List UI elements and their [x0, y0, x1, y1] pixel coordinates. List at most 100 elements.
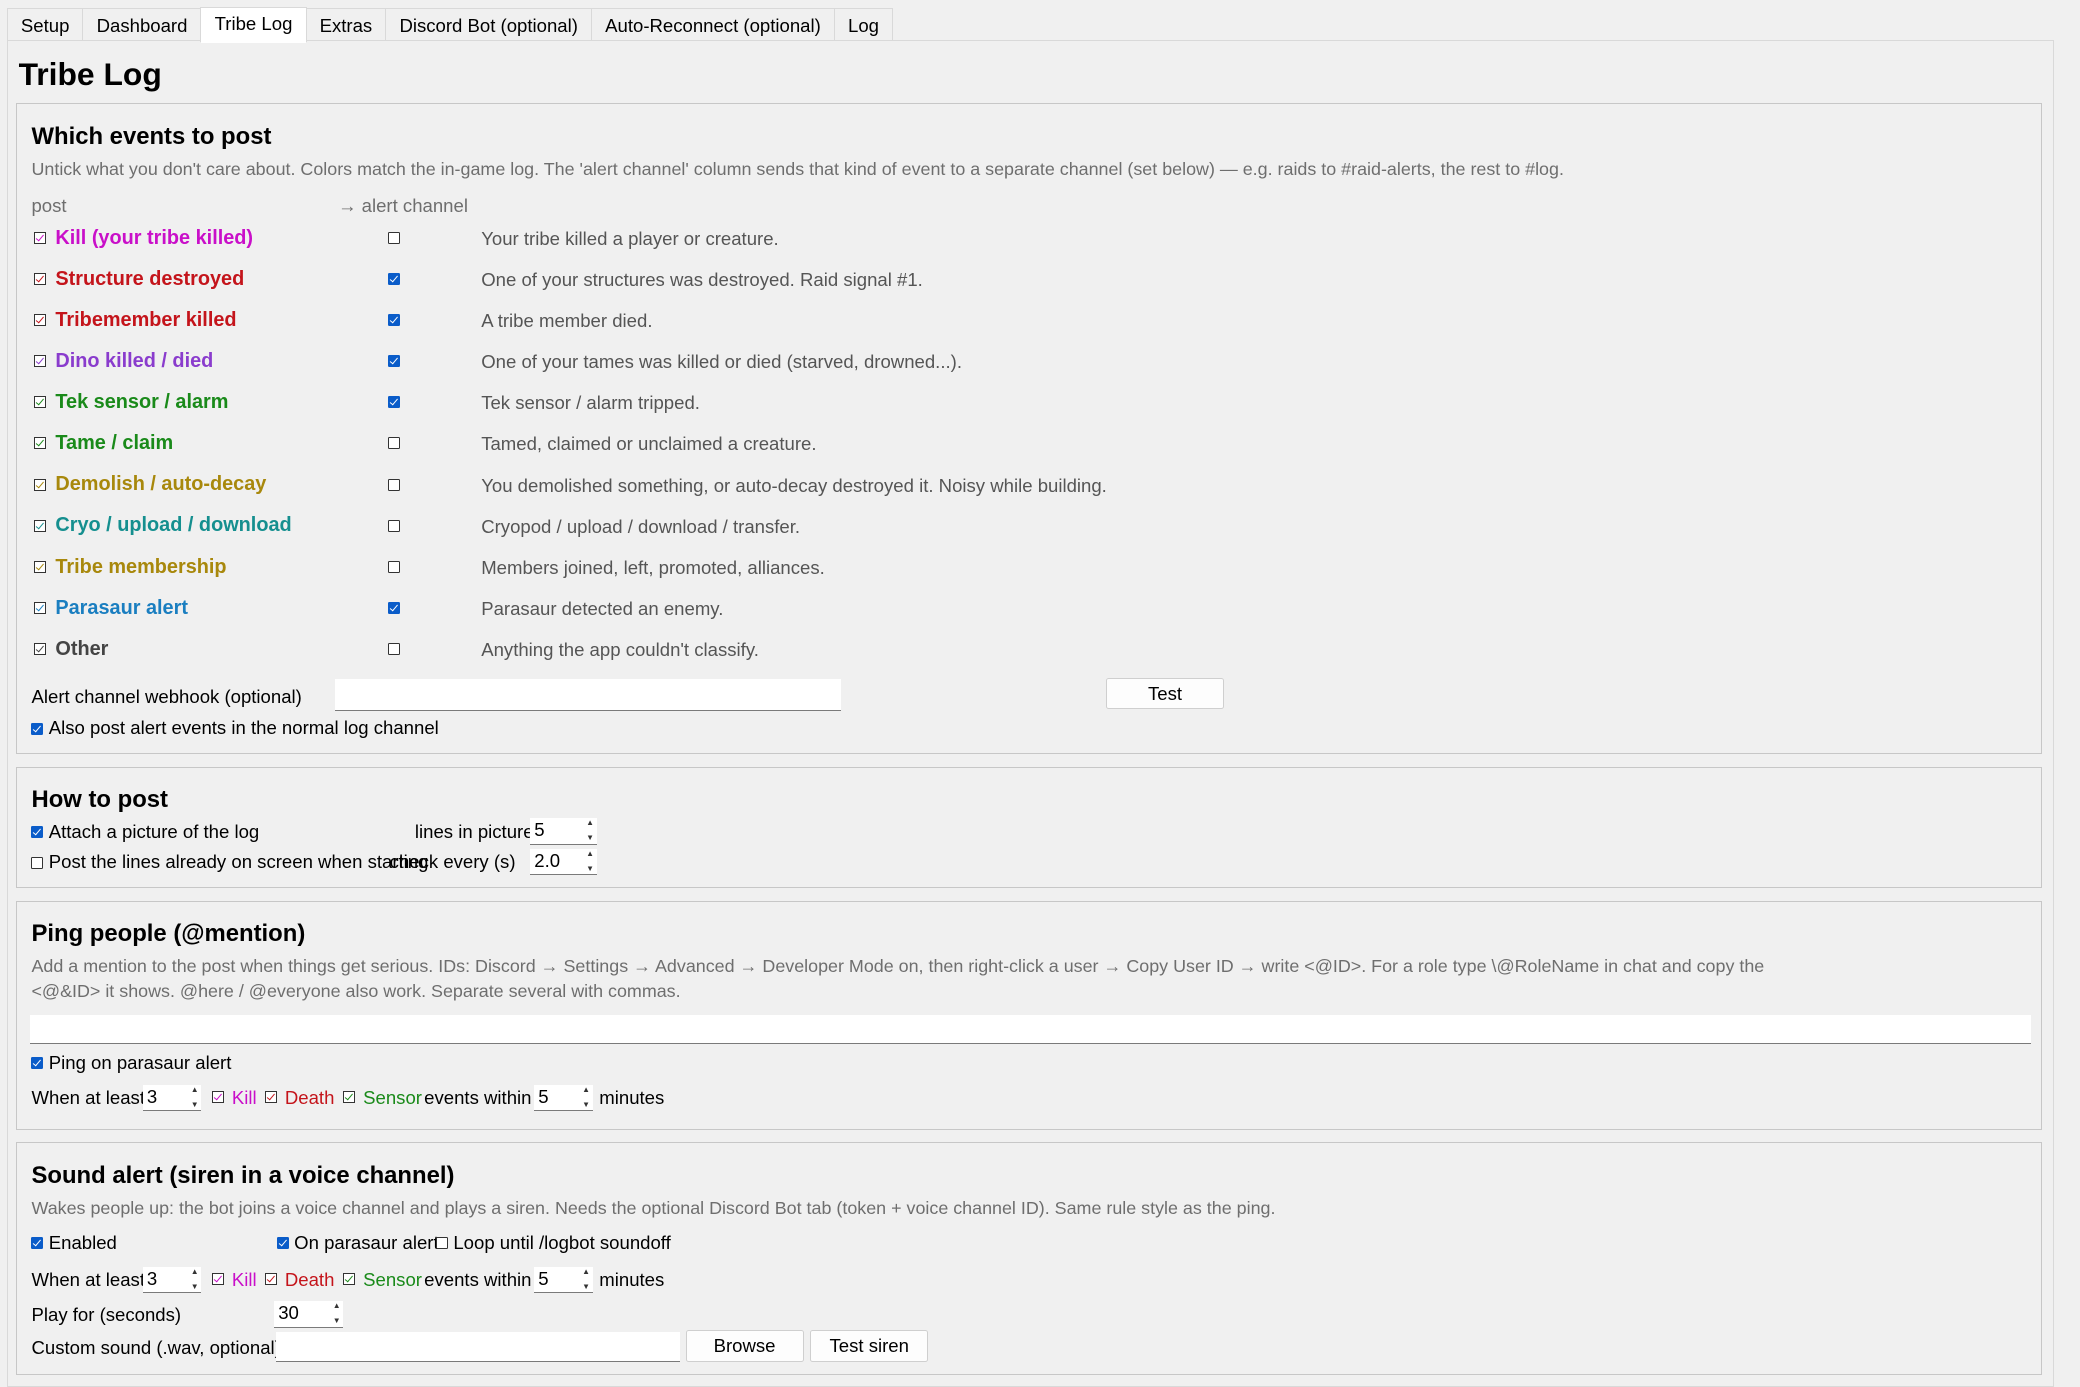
event-alert-checkbox[interactable] [388, 231, 401, 244]
sound-title: Sound alert (siren in a voice channel) [31, 1161, 455, 1189]
lines-label: lines in picture [414, 820, 534, 842]
event-description: Anything the app couldn't classify. [481, 639, 759, 661]
event-label: Tame / claim [55, 432, 174, 455]
check-every-label: check every (s) [389, 851, 516, 873]
event-description: Your tribe killed a player or creature. [481, 227, 779, 249]
ping-title: Ping people (@mention) [31, 920, 306, 948]
ping-minutes-label: minutes [599, 1087, 665, 1109]
sound-within-spinbox[interactable]: 5 ▲ ▼ [534, 1266, 593, 1294]
event-post-checkbox[interactable] [34, 396, 47, 409]
event-label: Structure destroyed [55, 267, 245, 290]
events-hint: Untick what you don't care about. Colors… [31, 158, 1564, 179]
event-post-checkbox[interactable] [34, 355, 47, 368]
tab-dashboard[interactable]: Dashboard [82, 7, 202, 44]
tab-discord-bot[interactable]: Discord Bot (optional) [385, 7, 593, 44]
event-label: Tribemember killed [55, 308, 237, 331]
event-description: Parasaur detected an enemy. [481, 597, 724, 619]
sound-parasaur-checkbox[interactable] [276, 1237, 289, 1250]
ping-group: Ping people (@mention) Add a mention to … [15, 900, 2043, 1130]
tab-extras[interactable]: Extras [305, 7, 387, 44]
event-description: One of your tames was killed or died (st… [481, 351, 962, 373]
ping-sensor-checkbox[interactable] [343, 1091, 356, 1104]
events-group: Which events to post Untick what you don… [15, 103, 2043, 755]
test-webhook-button[interactable]: Test [1106, 677, 1225, 710]
ping-hint-line2: <@&ID> it shows. @here / @everyone also … [31, 981, 681, 1002]
ping-count-spinbox[interactable]: 3 ▲ ▼ [142, 1084, 202, 1112]
event-post-checkbox[interactable] [34, 560, 47, 573]
sound-hint: Wakes people up: the bot joins a voice c… [31, 1197, 1276, 1218]
sound-death-checkbox[interactable] [264, 1273, 277, 1286]
play-for-spinbox[interactable]: 30 ▲ ▼ [274, 1301, 344, 1328]
browse-button[interactable]: Browse [685, 1330, 804, 1363]
event-description: Tamed, claimed or unclaimed a creature. [481, 433, 817, 455]
sound-sensor-label: Sensor [363, 1269, 422, 1291]
col-post-header: post [31, 194, 67, 216]
ping-within-label: events within [424, 1087, 532, 1109]
also-post-label: Also post alert events in the normal log… [48, 717, 439, 739]
event-alert-checkbox[interactable] [388, 437, 401, 450]
test-siren-button[interactable]: Test siren [810, 1330, 929, 1363]
event-alert-checkbox[interactable] [388, 396, 401, 409]
event-alert-checkbox[interactable] [388, 643, 401, 655]
event-alert-checkbox[interactable] [388, 355, 401, 368]
tab-log[interactable]: Log [833, 7, 894, 44]
tab-tribe-log[interactable]: Tribe Log [200, 6, 307, 44]
loop-checkbox[interactable] [436, 1237, 449, 1250]
event-description: A tribe member died. [481, 310, 653, 332]
lines-spinbox[interactable]: 5 ▲ ▼ [530, 818, 597, 845]
ping-parasaur-checkbox[interactable] [31, 1056, 44, 1069]
event-label: Tribe membership [55, 555, 227, 578]
webhook-label: Alert channel webhook (optional) [31, 685, 302, 707]
post-existing-checkbox[interactable] [31, 856, 44, 869]
sound-sensor-checkbox[interactable] [343, 1273, 356, 1286]
event-description: Members joined, left, promoted, alliance… [481, 556, 825, 578]
how-group: How to post Attach a picture of the log … [15, 766, 2043, 889]
event-post-checkbox[interactable] [34, 601, 47, 614]
event-label: Other [55, 637, 109, 660]
ping-hint-line1: Add a mention to the post when things ge… [31, 956, 1765, 977]
play-for-label: Play for (seconds) [31, 1303, 182, 1325]
event-alert-checkbox[interactable] [388, 314, 401, 326]
event-label: Cryo / upload / download [55, 514, 292, 537]
events-title: Which events to post [31, 123, 272, 151]
event-alert-checkbox[interactable] [388, 560, 401, 573]
how-title: How to post [31, 786, 168, 814]
custom-sound-label: Custom sound (.wav, optional) [31, 1336, 281, 1358]
ping-death-checkbox[interactable] [264, 1091, 277, 1104]
sound-when-label: When at least [31, 1269, 145, 1291]
page-title: Tribe Log [18, 55, 162, 92]
event-post-checkbox[interactable] [34, 231, 47, 244]
sound-kill-checkbox[interactable] [211, 1273, 224, 1286]
sound-death-label: Death [284, 1269, 335, 1291]
ping-kill-checkbox[interactable] [211, 1091, 224, 1104]
tab-auto-reconnect[interactable]: Auto-Reconnect (optional) [590, 7, 836, 44]
sound-kill-label: Kill [231, 1269, 257, 1291]
sound-enabled-checkbox[interactable] [31, 1237, 44, 1250]
col-alert-header: → alert channel [337, 194, 468, 216]
event-post-checkbox[interactable] [34, 519, 47, 532]
scrollbar[interactable] [2058, 39, 2080, 1385]
event-alert-checkbox[interactable] [388, 272, 401, 285]
mention-input[interactable] [30, 1014, 2031, 1044]
event-post-checkbox[interactable] [34, 437, 47, 450]
webhook-input[interactable] [335, 678, 841, 711]
event-post-checkbox[interactable] [34, 643, 47, 655]
also-post-checkbox[interactable] [31, 722, 44, 735]
event-alert-checkbox[interactable] [388, 519, 401, 532]
custom-sound-input[interactable] [275, 1331, 681, 1363]
loop-label: Loop until /logbot soundoff [453, 1232, 671, 1254]
ping-within-spinbox[interactable]: 5 ▲ ▼ [534, 1084, 593, 1112]
event-alert-checkbox[interactable] [388, 478, 401, 491]
sound-count-spinbox[interactable]: 3 ▲ ▼ [142, 1266, 202, 1294]
tab-bar: Setup Dashboard Tribe Log Extras Discord… [6, 6, 894, 44]
event-label: Tek sensor / alarm [55, 391, 229, 413]
event-description: Tek sensor / alarm tripped. [481, 392, 700, 414]
event-description: One of your structures was destroyed. Ra… [481, 268, 923, 290]
event-post-checkbox[interactable] [34, 272, 47, 285]
check-every-spinbox[interactable]: 2.0 ▲ ▼ [530, 848, 597, 876]
event-alert-checkbox[interactable] [388, 601, 401, 614]
event-post-checkbox[interactable] [34, 314, 47, 326]
event-post-checkbox[interactable] [34, 478, 47, 491]
tab-setup[interactable]: Setup [6, 7, 84, 44]
attach-picture-checkbox[interactable] [31, 826, 44, 839]
